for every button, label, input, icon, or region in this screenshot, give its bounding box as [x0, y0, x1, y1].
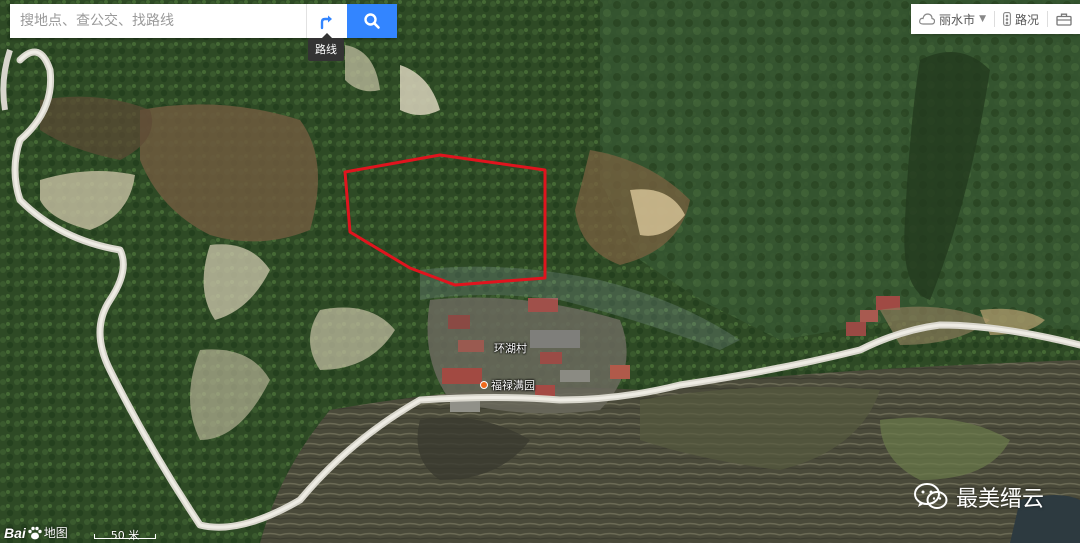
satellite-imagery [0, 0, 1080, 543]
traffic-button[interactable]: 路况 [995, 4, 1047, 34]
toolbox-icon [1056, 13, 1072, 26]
search-input[interactable] [10, 4, 306, 38]
search-bar [10, 4, 397, 38]
city-selector[interactable]: 丽水市 ▼ [911, 4, 994, 34]
traffic-light-icon [1003, 12, 1011, 26]
traffic-label: 路况 [1014, 12, 1039, 27]
cloud-icon [919, 13, 936, 25]
search-button[interactable] [347, 4, 397, 38]
watermark-text: 最美缙云 [955, 487, 1044, 512]
search-icon [364, 13, 380, 29]
poi-label: 福禄满园 [491, 379, 535, 392]
city-label: 丽水市 [939, 12, 976, 27]
route-tooltip: 路线 [308, 33, 344, 61]
map-canvas[interactable]: 路线 丽水市 ▼ 路况 [0, 0, 1080, 543]
scale-bar: 50 米 [94, 527, 156, 542]
poi-dot-icon [480, 381, 488, 389]
chevron-down-icon: ▼ [979, 14, 986, 24]
scale-line [94, 534, 156, 539]
village-label[interactable]: 环湖村 [494, 340, 527, 356]
wechat-watermark: 最美缙云 [913, 481, 1044, 513]
route-icon [320, 15, 332, 30]
map-toolbar: 丽水市 ▼ 路况 [911, 4, 1080, 34]
paw-icon [28, 526, 42, 539]
wechat-icon [913, 483, 948, 509]
logo-suffix: 地图 [43, 526, 68, 540]
logo-text: Bai [4, 524, 26, 541]
toolbox-button[interactable] [1048, 4, 1080, 34]
poi-marker[interactable]: 福禄满园 [480, 377, 535, 393]
baidu-logo[interactable]: Bai 地图 [4, 524, 68, 541]
